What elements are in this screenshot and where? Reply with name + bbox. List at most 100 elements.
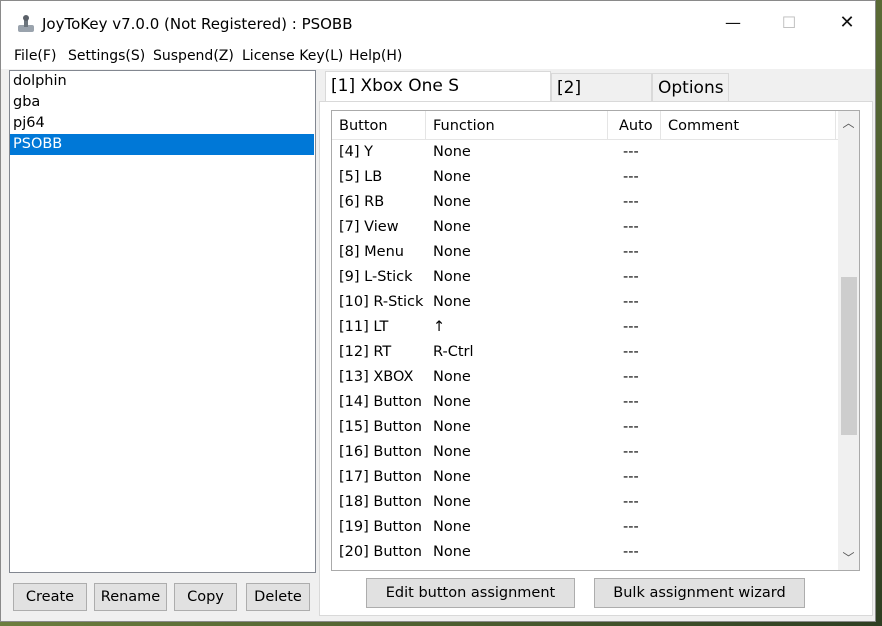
table-row[interactable]: [19] Button None --- [332, 515, 838, 540]
cell-auto: --- [623, 369, 639, 385]
tab-options[interactable]: Options [652, 73, 729, 101]
profile-item-gba[interactable]: gba [10, 92, 315, 113]
column-header-function[interactable]: Function [426, 111, 608, 139]
cell-auto: --- [623, 144, 639, 160]
table-row[interactable]: [15] Button None --- [332, 415, 838, 440]
cell-function: None [433, 219, 471, 235]
cell-button: [7] View [339, 219, 399, 235]
cell-button: [10] R-Stick [339, 294, 424, 310]
menu-bar: File(F) Settings(S) Suspend(Z) License K… [1, 45, 875, 69]
cell-auto: --- [623, 444, 639, 460]
cell-function: None [433, 294, 471, 310]
tab-panel: Button Function Auto Comment [4] Y None --… [319, 101, 873, 616]
grid-header: Button Function Auto Comment [332, 111, 838, 140]
menu-help[interactable]: Help(H) [349, 48, 402, 64]
cell-button: [6] RB [339, 194, 385, 210]
button-assignment-grid[interactable]: Button Function Auto Comment [4] Y None --… [331, 110, 860, 571]
tab-xbox-one-s-controller[interactable]: [1] Xbox One S Controller [325, 71, 551, 124]
table-row[interactable]: [13] XBOX None --- [332, 365, 838, 390]
table-row[interactable]: [8] Menu None --- [332, 240, 838, 265]
cell-button: [16] Button [339, 444, 422, 460]
close-button[interactable]: ✕ [835, 11, 859, 35]
table-row[interactable]: [12] RT R-Ctrl --- [332, 340, 838, 365]
table-row[interactable]: [20] Button None --- [332, 540, 838, 565]
cell-auto: --- [623, 519, 639, 535]
table-row[interactable]: [10] R-Stick None --- [332, 290, 838, 315]
cell-button: [19] Button [339, 519, 422, 535]
cell-button: [8] Menu [339, 244, 404, 260]
cell-auto: --- [623, 394, 639, 410]
cell-function: None [433, 469, 471, 485]
minimize-button[interactable]: — [721, 11, 745, 35]
delete-button[interactable]: Delete [246, 583, 310, 611]
cell-function: None [433, 444, 471, 460]
cell-function: None [433, 544, 471, 560]
menu-file[interactable]: File(F) [14, 48, 56, 64]
cell-function: None [433, 369, 471, 385]
joystick-app-icon [18, 15, 34, 32]
table-row[interactable]: [9] L-Stick None --- [332, 265, 838, 290]
cell-button: [4] Y [339, 144, 374, 160]
column-header-auto[interactable]: Auto [608, 111, 661, 139]
cell-auto: --- [623, 319, 639, 335]
profile-item-dolphin[interactable]: dolphin [10, 71, 315, 92]
column-header-button[interactable]: Button [332, 111, 426, 139]
table-row[interactable]: [16] Button None --- [332, 440, 838, 465]
title-bar[interactable]: JoyToKey v7.0.0 (Not Registered) : PSOBB… [1, 1, 875, 45]
cell-button: [5] LB [339, 169, 383, 185]
cell-auto: --- [623, 294, 639, 310]
tab-joystick[interactable]: [2] Joystick [551, 73, 652, 126]
profile-item-psobb[interactable]: PSOBB [10, 134, 314, 155]
cell-function: None [433, 519, 471, 535]
table-row[interactable]: [5] LB None --- [332, 165, 838, 190]
cell-auto: --- [623, 344, 639, 360]
cell-function: None [433, 494, 471, 510]
cell-auto: --- [623, 469, 639, 485]
cell-button: [11] LT [339, 319, 389, 335]
table-row[interactable]: [14] Button None --- [332, 390, 838, 415]
cell-auto: --- [623, 194, 639, 210]
maximize-button[interactable]: ☐ [777, 11, 801, 35]
cell-auto: --- [623, 494, 639, 510]
cell-function: None [433, 244, 471, 260]
edit-button-assignment-button[interactable]: Edit button assignment [366, 578, 575, 608]
cell-function: R-Ctrl [433, 344, 474, 360]
cell-auto: --- [623, 544, 639, 560]
create-button[interactable]: Create [13, 583, 87, 611]
cell-function: None [433, 144, 471, 160]
vertical-scrollbar[interactable]: ︿ ﹀ [838, 111, 859, 570]
cell-button: [14] Button [339, 394, 422, 410]
profile-item-pj64[interactable]: pj64 [10, 113, 315, 134]
cell-button: [17] Button [339, 469, 422, 485]
menu-suspend[interactable]: Suspend(Z) [153, 48, 234, 64]
app-window: JoyToKey v7.0.0 (Not Registered) : PSOBB… [0, 0, 876, 622]
table-row[interactable]: [18] Button None --- [332, 490, 838, 515]
table-row[interactable]: [17] Button None --- [332, 465, 838, 490]
copy-button[interactable]: Copy [174, 583, 237, 611]
column-header-comment[interactable]: Comment [661, 111, 836, 139]
menu-settings[interactable]: Settings(S) [68, 48, 145, 64]
scroll-up-icon[interactable]: ︿ [838, 113, 859, 133]
cell-function: None [433, 269, 471, 285]
menu-license-key[interactable]: License Key(L) [242, 48, 343, 64]
scroll-down-icon[interactable]: ﹀ [838, 548, 859, 568]
cell-button: [15] Button [339, 419, 422, 435]
table-row[interactable]: [11] LT ↑ --- [332, 315, 838, 340]
scroll-thumb[interactable] [841, 277, 857, 435]
cell-function: None [433, 394, 471, 410]
cell-function: None [433, 194, 471, 210]
cell-button: [18] Button [339, 494, 422, 510]
cell-button: [9] L-Stick [339, 269, 413, 285]
cell-function: None [433, 419, 471, 435]
cell-auto: --- [623, 219, 639, 235]
table-row[interactable]: [4] Y None --- [332, 140, 838, 165]
bulk-assignment-wizard-button[interactable]: Bulk assignment wizard [594, 578, 805, 608]
table-row[interactable]: [7] View None --- [332, 215, 838, 240]
rename-button[interactable]: Rename [94, 583, 167, 611]
table-row[interactable]: [6] RB None --- [332, 190, 838, 215]
profile-list[interactable]: dolphin gba pj64 PSOBB [9, 70, 316, 573]
cell-auto: --- [623, 419, 639, 435]
cell-button: [13] XBOX [339, 369, 414, 385]
cell-button: [12] RT [339, 344, 392, 360]
cell-function: ↑ [433, 319, 446, 335]
